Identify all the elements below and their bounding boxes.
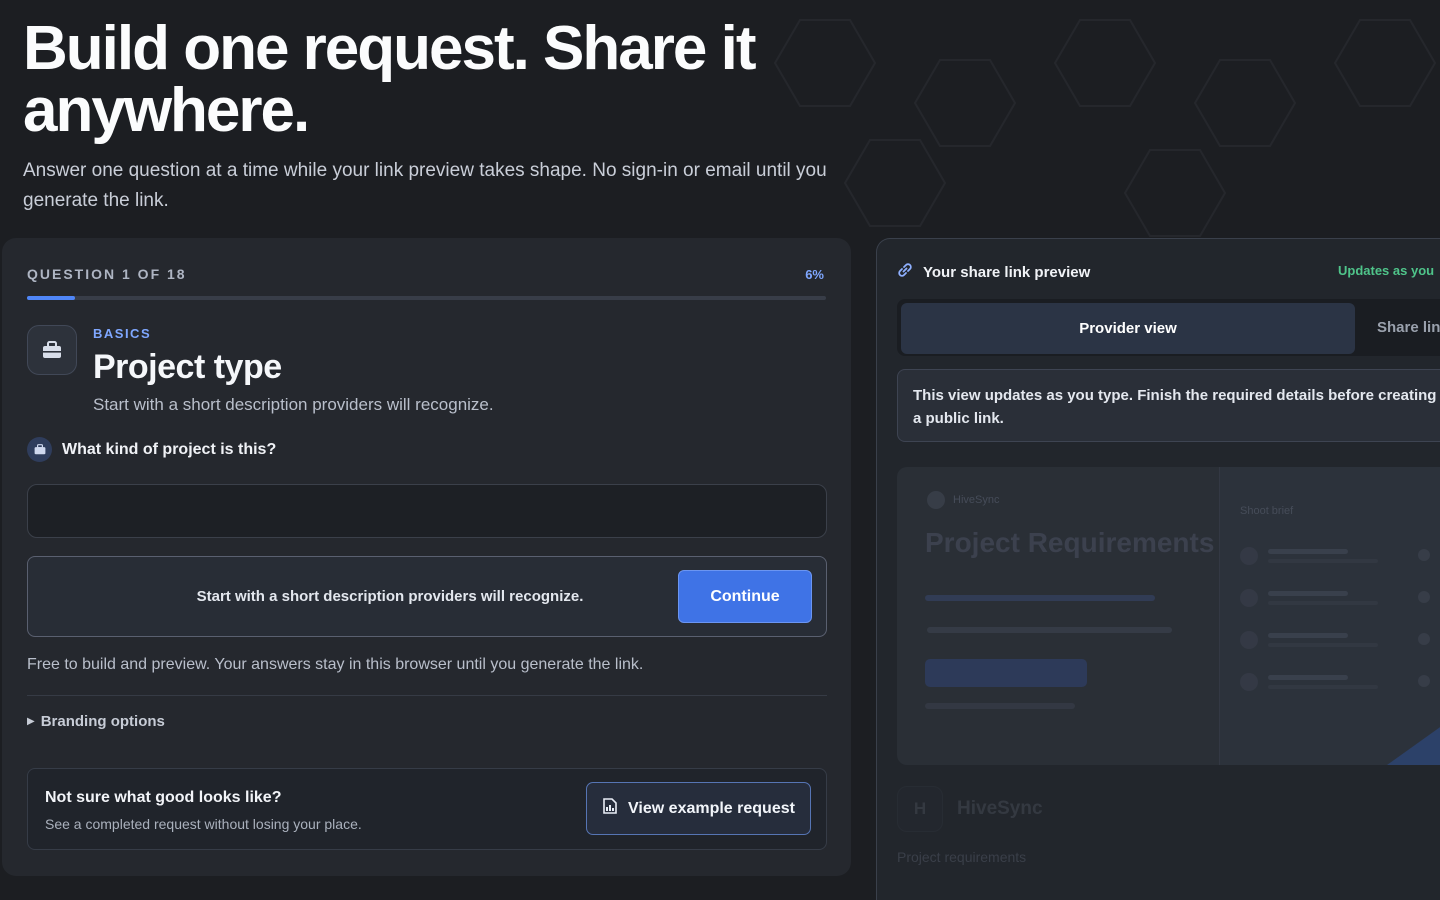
question-prompt: What kind of project is this? bbox=[27, 437, 276, 462]
brand-name: HiveSync bbox=[957, 798, 1043, 819]
mock-side-row bbox=[1240, 669, 1430, 697]
mock-side-row bbox=[1240, 585, 1430, 613]
link-icon bbox=[896, 261, 914, 284]
page-title: Build one request. Share it anywhere. bbox=[23, 14, 756, 145]
mock-side-heading: Shoot brief bbox=[1240, 505, 1294, 517]
example-callout: Not sure what good looks like? See a com… bbox=[27, 768, 827, 850]
view-example-label: View example request bbox=[628, 799, 795, 817]
question-card: QUESTION 1 OF 18 6% BASICS Project type … bbox=[2, 238, 851, 876]
view-example-button[interactable]: View example request bbox=[586, 782, 811, 835]
question-subtitle: Start with a short description providers… bbox=[93, 395, 494, 414]
action-bar: Start with a short description providers… bbox=[27, 556, 827, 637]
page-subtitle: Answer one question at a time while your… bbox=[23, 160, 827, 211]
document-chart-icon bbox=[602, 798, 618, 819]
action-hint: Start with a short description providers… bbox=[196, 588, 584, 605]
mock-footer-line bbox=[925, 703, 1075, 709]
progress-fill bbox=[27, 296, 75, 300]
briefcase-icon bbox=[27, 325, 77, 375]
share-preview-panel: Your share link preview Updates as you P… bbox=[876, 238, 1440, 900]
mock-brand-logo bbox=[927, 491, 945, 509]
answer-input[interactable] bbox=[27, 484, 827, 538]
divider bbox=[27, 695, 827, 696]
tab-share-link[interactable]: Share lin bbox=[1377, 299, 1440, 356]
provider-view-mockup: HiveSync Project Requirements Ready Shoo… bbox=[897, 467, 1440, 765]
example-title: Not sure what good looks like? bbox=[45, 789, 282, 806]
tab-provider-view[interactable]: Provider view bbox=[901, 303, 1355, 354]
question-header: QUESTION 1 OF 18 6% bbox=[27, 266, 824, 282]
preview-header: Your share link preview bbox=[896, 261, 1090, 284]
preview-notice: This view updates as you type. Finish th… bbox=[897, 369, 1440, 442]
progress-bar bbox=[27, 296, 826, 300]
section-eyebrow: BASICS bbox=[93, 326, 152, 341]
preview-title: Your share link preview bbox=[923, 264, 1091, 281]
question-title: Project type bbox=[93, 348, 282, 386]
mock-subtitle-line bbox=[925, 595, 1155, 601]
mock-cta bbox=[925, 659, 1087, 687]
brand-subtitle: Project requirements bbox=[897, 849, 1027, 865]
mock-side-row bbox=[1240, 543, 1430, 571]
free-note: Free to build and preview. Your answers … bbox=[27, 656, 644, 673]
mock-brand: HiveSync bbox=[927, 491, 999, 509]
hivesync-brand: H HiveSync bbox=[897, 786, 1043, 832]
updates-status: Updates as you bbox=[1338, 263, 1435, 278]
question-counter: QUESTION 1 OF 18 bbox=[27, 266, 187, 282]
mock-decoration bbox=[1387, 715, 1440, 765]
hero: Build one request. Share it anywhere. An… bbox=[23, 18, 903, 216]
avatar: H bbox=[897, 786, 943, 832]
preview-tabs: Provider view Share lin bbox=[897, 299, 1440, 356]
caret-right-icon: ▶ bbox=[27, 716, 35, 727]
continue-button[interactable]: Continue bbox=[678, 570, 812, 623]
mock-chip-row bbox=[927, 627, 1172, 633]
question-prompt-text: What kind of project is this? bbox=[62, 440, 277, 458]
mock-side-row bbox=[1240, 627, 1430, 655]
example-subtitle: See a completed request without losing y… bbox=[45, 816, 362, 832]
progress-percent: 6% bbox=[805, 266, 824, 282]
branding-options-toggle[interactable]: ▶ Branding options bbox=[27, 713, 165, 730]
branding-options-label: Branding options bbox=[40, 713, 165, 730]
mock-brand-name: HiveSync bbox=[953, 494, 1000, 506]
briefcase-icon bbox=[27, 437, 52, 462]
